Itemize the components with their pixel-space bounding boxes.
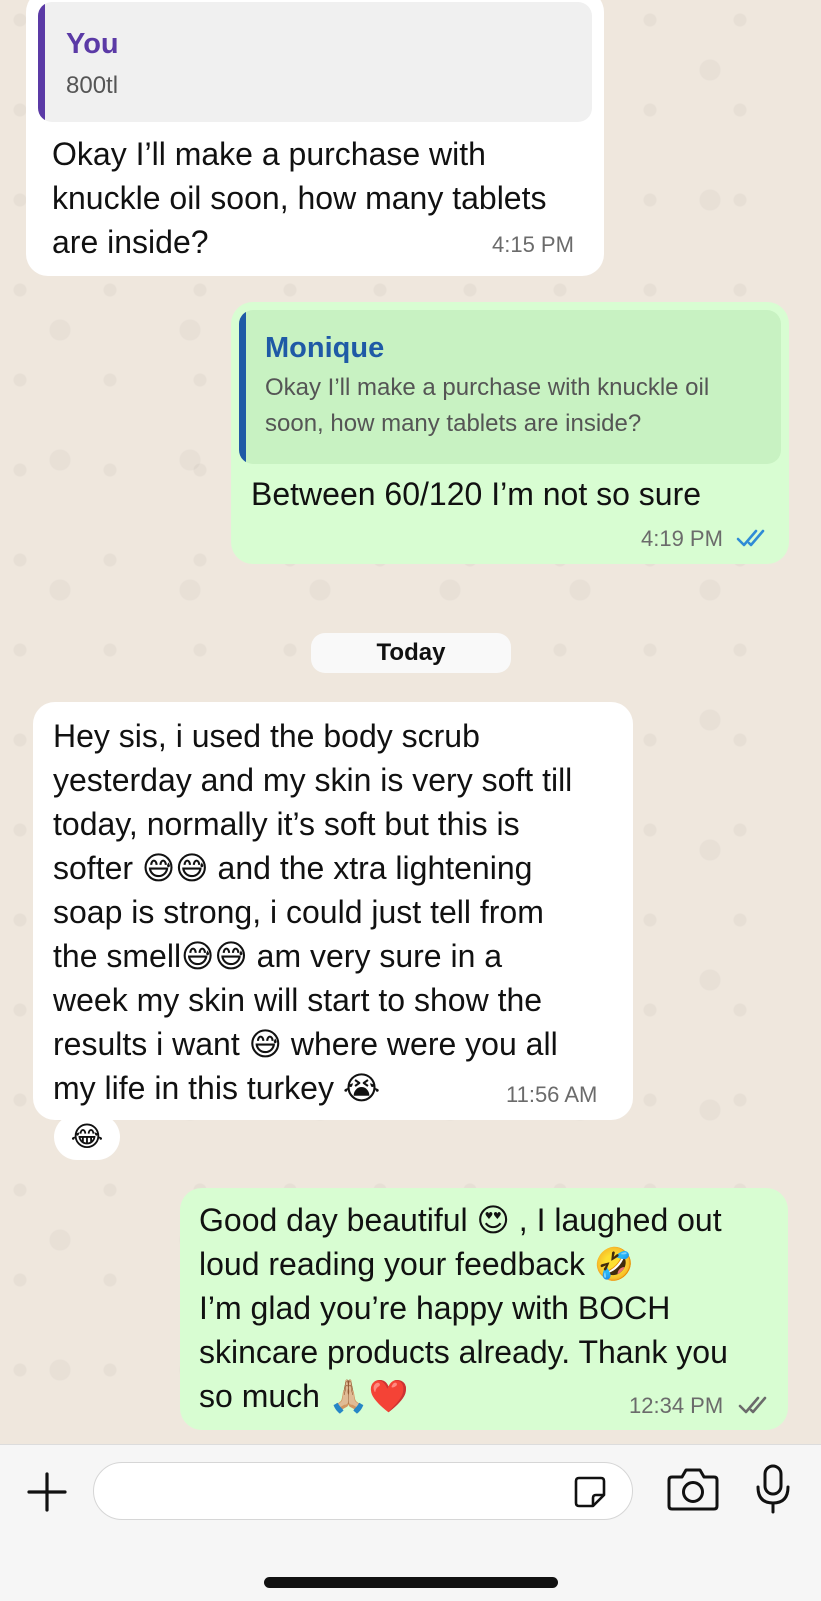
reaction-badge[interactable]: 😂 bbox=[54, 1114, 120, 1160]
read-receipt-icon bbox=[736, 529, 765, 547]
reply-quote[interactable]: Monique Okay I’ll make a purchase with k… bbox=[239, 310, 781, 464]
message-time: 12:34 PM bbox=[629, 1393, 724, 1418]
message-time: 11:56 AM bbox=[506, 1082, 598, 1107]
message-text: Hey sis, i used the body scrub yesterday… bbox=[53, 718, 573, 1106]
microphone-icon[interactable] bbox=[753, 1463, 793, 1515]
composer-bar bbox=[0, 1444, 821, 1601]
message-bubble-outgoing[interactable]: Good day beautiful 😍 , I laughed out lou… bbox=[180, 1188, 788, 1430]
message-time: 4:19 PM bbox=[641, 526, 723, 551]
chat-area[interactable]: You 800tl Okay I’ll make a purchase with… bbox=[0, 0, 821, 1444]
message-text: Good day beautiful 😍 , I laughed out lou… bbox=[199, 1202, 728, 1414]
camera-icon[interactable] bbox=[666, 1465, 720, 1513]
message-bubble-outgoing[interactable]: Monique Okay I’ll make a purchase with k… bbox=[231, 302, 789, 564]
message-bubble-incoming[interactable]: You 800tl Okay I’ll make a purchase with… bbox=[26, 0, 604, 276]
reply-quote[interactable]: You 800tl bbox=[38, 2, 592, 122]
message-input[interactable] bbox=[93, 1462, 633, 1520]
plus-icon[interactable] bbox=[26, 1471, 68, 1513]
quote-text: Okay I’ll make a purchase with knuckle o… bbox=[265, 374, 710, 437]
quote-text: 800tl bbox=[66, 72, 119, 99]
quote-author: Monique bbox=[265, 332, 385, 364]
quote-author: You bbox=[66, 28, 119, 60]
message-time: 4:15 PM bbox=[492, 232, 574, 257]
message-text: Between 60/120 I’m not so sure bbox=[251, 476, 702, 512]
message-bubble-incoming[interactable]: Hey sis, i used the body scrub yesterday… bbox=[33, 702, 633, 1120]
home-indicator bbox=[264, 1577, 558, 1588]
sticker-icon[interactable] bbox=[573, 1475, 607, 1509]
date-separator: Today bbox=[311, 633, 511, 673]
delivered-receipt-icon bbox=[738, 1396, 767, 1414]
